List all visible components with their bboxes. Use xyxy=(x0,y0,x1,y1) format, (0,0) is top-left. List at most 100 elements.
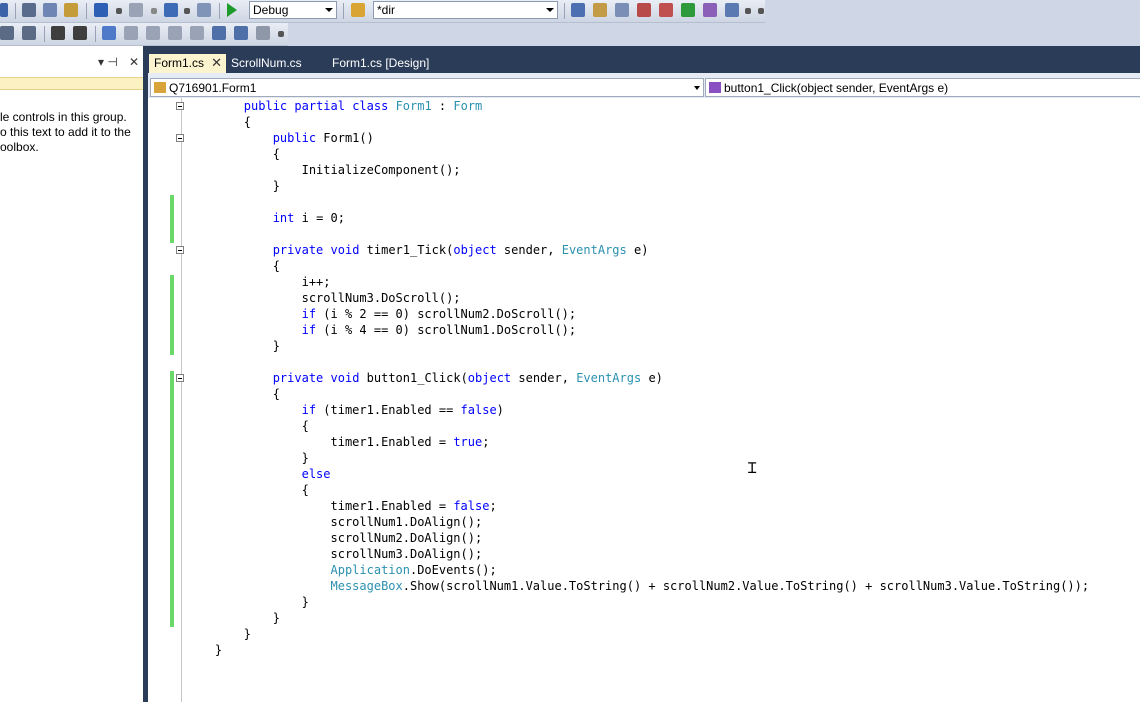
class-selector-dropdown[interactable]: Q716901.Form1 xyxy=(150,78,704,97)
code-line[interactable]: Application.DoEvents(); xyxy=(186,563,497,579)
find-combo-value: *dir xyxy=(377,3,396,17)
code-line[interactable]: { xyxy=(186,259,280,275)
code-line[interactable]: else xyxy=(186,467,331,483)
code-line[interactable]: { xyxy=(186,419,309,435)
code-token: scrollNum3.DoScroll(); xyxy=(186,291,461,305)
previous-bookmark-icon[interactable] xyxy=(124,26,138,40)
outlining-margin xyxy=(181,98,182,702)
tab-form1-cs[interactable]: Form1.cs ✕ xyxy=(149,54,226,73)
keyword-token: void xyxy=(330,243,360,257)
command-window-icon[interactable] xyxy=(725,3,739,17)
start-page-icon[interactable] xyxy=(681,3,695,17)
member-selector-dropdown[interactable]: button1_Click(object sender, EventArgs e… xyxy=(705,78,1140,97)
navigate-dropdown-icon[interactable] xyxy=(184,8,190,14)
code-line[interactable]: public partial class Form1 : Form xyxy=(186,99,482,115)
collapse-constructor-icon[interactable] xyxy=(176,134,184,142)
command-dropdown-icon[interactable] xyxy=(745,8,751,14)
code-line[interactable]: i++; xyxy=(186,275,331,291)
keyword-token: public xyxy=(243,99,288,113)
close-icon[interactable]: ✕ xyxy=(211,55,222,71)
text-editor-toolbar xyxy=(0,23,288,46)
decrease-indent-icon[interactable] xyxy=(0,26,14,40)
code-line[interactable]: InitializeComponent(); xyxy=(186,163,461,179)
collapse-class-icon[interactable] xyxy=(176,102,184,110)
code-line[interactable]: timer1.Enabled = true; xyxy=(186,435,489,451)
close-icon[interactable]: ✕ xyxy=(129,55,139,69)
code-line[interactable]: } xyxy=(186,595,309,611)
next-bookmark-icon[interactable] xyxy=(146,26,160,40)
redo-dropdown-icon[interactable] xyxy=(151,8,157,14)
toolbox-group-header[interactable] xyxy=(0,77,143,90)
code-line[interactable]: timer1.Enabled = false; xyxy=(186,499,496,515)
code-token: .Show(scrollNum1.Value.ToString() + scro… xyxy=(402,579,1090,593)
keyword-token: false xyxy=(460,403,497,417)
toolbox-panel: ▾ ⊣ ✕ le controls in this group. o this t… xyxy=(0,46,144,702)
code-line[interactable]: int i = 0; xyxy=(186,211,345,227)
code-line[interactable]: } xyxy=(186,643,222,659)
code-line[interactable]: scrollNum3.DoAlign(); xyxy=(186,547,482,563)
toolbox-message-line: o this text to add it to the xyxy=(0,125,131,139)
redo-icon[interactable] xyxy=(129,3,143,17)
cut-icon[interactable] xyxy=(22,3,36,17)
code-line[interactable]: private void button1_Click(object sender… xyxy=(186,371,663,387)
increase-indent-icon[interactable] xyxy=(22,26,36,40)
code-token: (i % 2 == 0) scrollNum2.DoScroll(); xyxy=(316,307,577,321)
code-editor[interactable]: public partial class Form1 : Form { publ… xyxy=(148,98,1140,702)
undo-dropdown-icon[interactable] xyxy=(116,8,122,14)
next-bookmark-in-document-icon[interactable] xyxy=(234,26,248,40)
toggle-bookmark-icon[interactable] xyxy=(102,26,116,40)
undo-icon[interactable] xyxy=(94,3,108,17)
navigate-forward-icon[interactable] xyxy=(197,3,211,17)
code-line[interactable]: if (i % 4 == 0) scrollNum1.DoScroll(); xyxy=(186,323,577,339)
code-line[interactable]: { xyxy=(186,483,309,499)
tools-icon[interactable] xyxy=(659,3,673,17)
paste-icon[interactable] xyxy=(64,3,78,17)
code-token: timer1.Enabled = xyxy=(186,435,454,449)
find-in-files-icon[interactable] xyxy=(351,3,365,17)
window-position-icon[interactable]: ▾ ⊣ xyxy=(98,55,118,69)
code-line[interactable]: { xyxy=(186,147,280,163)
code-line[interactable]: } xyxy=(186,627,251,643)
code-line[interactable]: } xyxy=(186,179,280,195)
copy-icon[interactable] xyxy=(43,3,57,17)
navigate-backward-icon[interactable] xyxy=(164,3,178,17)
collapse-button-click-icon[interactable] xyxy=(176,374,184,382)
next-bookmark-in-folder-icon[interactable] xyxy=(190,26,204,40)
toolbar-options-icon[interactable] xyxy=(758,8,764,14)
find-combo[interactable]: *dir xyxy=(373,1,558,19)
start-debugging-icon[interactable] xyxy=(227,3,237,17)
code-line[interactable]: scrollNum1.DoAlign(); xyxy=(186,515,482,531)
code-line[interactable]: if (timer1.Enabled == false) xyxy=(186,403,504,419)
code-line[interactable]: { xyxy=(186,115,251,131)
extension-manager-icon[interactable] xyxy=(703,3,717,17)
code-token: e) xyxy=(626,243,649,257)
toolbar-options-icon[interactable] xyxy=(278,31,284,37)
code-line[interactable]: } xyxy=(186,451,309,467)
code-line[interactable]: scrollNum2.DoAlign(); xyxy=(186,531,482,547)
code-line[interactable]: private void timer1_Tick(object sender, … xyxy=(186,243,649,259)
code-token: i = 0; xyxy=(294,211,345,225)
comment-lines-icon[interactable] xyxy=(51,26,65,40)
previous-bookmark-in-folder-icon[interactable] xyxy=(168,26,182,40)
object-browser-icon[interactable] xyxy=(615,3,629,17)
collapse-timer-tick-icon[interactable] xyxy=(176,246,184,254)
code-line[interactable]: } xyxy=(186,611,280,627)
previous-bookmark-in-document-icon[interactable] xyxy=(212,26,226,40)
tab-scrollnum-cs[interactable]: ScrollNum.cs xyxy=(226,54,326,73)
uncomment-lines-icon[interactable] xyxy=(73,26,87,40)
code-line[interactable]: } xyxy=(186,339,280,355)
clear-bookmarks-icon[interactable] xyxy=(256,26,270,40)
solution-explorer-icon[interactable] xyxy=(571,3,585,17)
code-line[interactable]: public Form1() xyxy=(186,131,374,147)
code-line[interactable]: if (i % 2 == 0) scrollNum2.DoScroll(); xyxy=(186,307,577,323)
code-line[interactable]: scrollNum3.DoScroll(); xyxy=(186,291,461,307)
code-token: i++; xyxy=(186,275,331,289)
toolbar-overflow-icon[interactable] xyxy=(0,3,8,17)
code-line[interactable]: MessageBox.Show(scrollNum1.Value.ToStrin… xyxy=(186,579,1090,595)
code-line[interactable]: { xyxy=(186,387,280,403)
tab-form1-design[interactable]: Form1.cs [Design] xyxy=(327,54,447,73)
solution-configuration-dropdown[interactable]: Debug xyxy=(249,1,337,19)
properties-window-icon[interactable] xyxy=(593,3,607,17)
toolbox-icon[interactable] xyxy=(637,3,651,17)
